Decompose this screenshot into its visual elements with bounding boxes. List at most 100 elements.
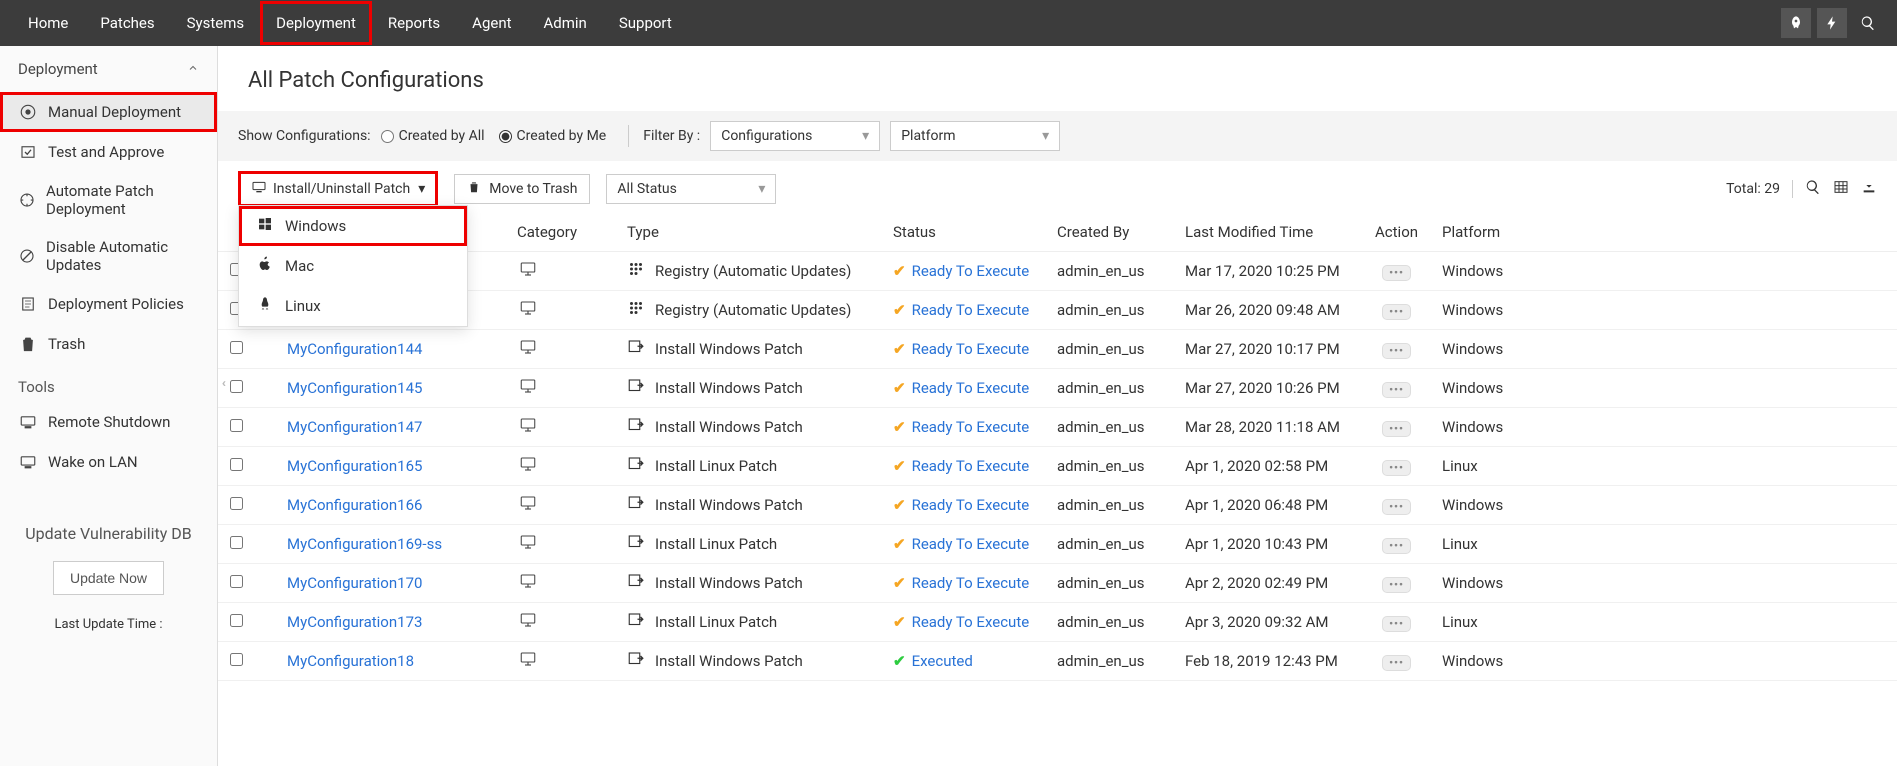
action-menu-button[interactable]: ••• [1382,577,1411,593]
status-link[interactable]: Ready To Execute [912,379,1030,397]
status-link[interactable]: Executed [912,652,973,670]
dropdown-item-linux[interactable]: Linux [239,286,467,326]
sidebar-section-tools[interactable]: Tools [0,364,217,402]
bolt-icon[interactable] [1817,8,1847,38]
total-value: 29 [1764,181,1780,197]
search-icon[interactable] [1853,8,1883,38]
status-link[interactable]: Ready To Execute [912,340,1030,358]
row-checkbox[interactable] [230,341,243,354]
row-checkbox[interactable] [230,653,243,666]
install-uninstall-patch-button[interactable]: Install/Uninstall Patch ▾ [238,171,438,207]
col-header-category[interactable]: Category [505,213,615,252]
col-header-status[interactable]: Status [881,213,1045,252]
action-menu-button[interactable]: ••• [1382,499,1411,515]
sidebar-item-manual-deployment[interactable]: Manual Deployment [0,92,217,132]
sidebar-item-label: Trash [48,335,85,353]
sidebar-tool-wake-on-lan[interactable]: Wake on LAN [0,442,217,482]
action-menu-button[interactable]: ••• [1382,421,1411,437]
status-link[interactable]: Ready To Execute [912,457,1030,475]
export-icon[interactable] [1861,179,1877,199]
dropdown-item-mac[interactable]: Mac [239,246,467,286]
action-menu-button[interactable]: ••• [1382,304,1411,320]
status-link[interactable]: Ready To Execute [912,574,1030,592]
nav-reports[interactable]: Reports [372,1,456,45]
sidebar-item-deployment-policies[interactable]: Deployment Policies [0,284,217,324]
sidebar-item-automate-patch-deployment[interactable]: Automate Patch Deployment [0,172,217,228]
configuration-link[interactable]: MyConfiguration173 [287,613,422,631]
created-by-cell: admin_en_us [1045,369,1173,408]
filter-bar: Show Configurations: Created by All Crea… [218,111,1897,161]
row-checkbox[interactable] [230,419,243,432]
nav-home[interactable]: Home [12,1,84,45]
row-checkbox[interactable] [230,458,243,471]
configuration-link[interactable]: MyConfiguration145 [287,379,422,397]
total-count: Total: 29 [1726,181,1780,197]
move-to-trash-button[interactable]: Move to Trash [454,174,590,204]
sidebar-collapse-handle[interactable]: ‹‹ [222,376,223,390]
type-label: Install Windows Patch [655,340,803,358]
radio-created-by-all-input[interactable] [381,130,394,143]
row-checkbox[interactable] [230,614,243,627]
configuration-link[interactable]: MyConfiguration18 [287,652,414,670]
type-label: Install Linux Patch [655,535,777,553]
row-checkbox[interactable] [230,497,243,510]
sidebar-item-test-and-approve[interactable]: Test and Approve [0,132,217,172]
configuration-link[interactable]: MyConfiguration147 [287,418,422,436]
row-checkbox[interactable] [230,380,243,393]
nav-patches[interactable]: Patches [84,1,170,45]
configuration-link[interactable]: MyConfiguration170 [287,574,422,592]
row-checkbox[interactable] [230,575,243,588]
filter-platform-select[interactable]: Platform ▾ [890,121,1060,151]
status-link[interactable]: Ready To Execute [912,496,1030,514]
category-computer-icon [517,615,539,633]
sidebar-section-deployment[interactable]: Deployment [0,46,217,92]
status-link[interactable]: Ready To Execute [912,613,1030,631]
table-row: Registry (Automatic Updates)✔Ready To Ex… [218,252,1897,291]
dropdown-item-label: Windows [285,217,346,235]
nav-deployment[interactable]: Deployment [260,1,372,45]
row-checkbox[interactable] [230,536,243,549]
status-link[interactable]: Ready To Execute [912,535,1030,553]
nav-agent[interactable]: Agent [456,1,527,45]
action-menu-button[interactable]: ••• [1382,538,1411,554]
sidebar-item-disable-automatic-updates[interactable]: Disable Automatic Updates [0,228,217,284]
col-header-type[interactable]: Type [615,213,881,252]
type-icon [627,650,645,672]
search-icon[interactable] [1805,179,1821,199]
radio-created-by-all[interactable]: Created by All [381,128,485,144]
action-menu-button[interactable]: ••• [1382,343,1411,359]
action-menu-button[interactable]: ••• [1382,382,1411,398]
configuration-name-cell: MyConfiguration170 [255,564,505,603]
sidebar-item-trash[interactable]: Trash [0,324,217,364]
configuration-link[interactable]: MyConfiguration165 [287,457,422,475]
col-header-platform[interactable]: Platform [1430,213,1897,252]
status-link[interactable]: Ready To Execute [912,262,1030,280]
rocket-icon[interactable] [1781,8,1811,38]
configuration-link[interactable]: MyConfiguration144 [287,340,422,358]
table-view-icon[interactable] [1833,179,1849,199]
configuration-link[interactable]: MyConfiguration166 [287,496,422,514]
col-header-action[interactable]: Action [1363,213,1430,252]
col-header-created-by[interactable]: Created By [1045,213,1173,252]
nav-systems[interactable]: Systems [171,1,261,45]
configuration-name-cell: MyConfiguration147 [255,408,505,447]
status-link[interactable]: Ready To Execute [912,301,1030,319]
all-status-select[interactable]: All Status ▾ [606,174,776,204]
vulnerability-db-box: Update Vulnerability DB Update Now Last … [0,510,217,646]
action-menu-button[interactable]: ••• [1382,265,1411,281]
radio-created-by-me[interactable]: Created by Me [499,128,607,144]
configuration-link[interactable]: MyConfiguration169-ss [287,535,442,553]
nav-support[interactable]: Support [603,1,688,45]
action-menu-button[interactable]: ••• [1382,655,1411,671]
sidebar-tool-remote-shutdown[interactable]: Remote Shutdown [0,402,217,442]
update-now-button[interactable]: Update Now [53,561,164,595]
action-menu-button[interactable]: ••• [1382,460,1411,476]
filter-configurations-select[interactable]: Configurations ▾ [710,121,880,151]
col-header-last-modified[interactable]: Last Modified Time [1173,213,1363,252]
nav-admin[interactable]: Admin [528,1,603,45]
dropdown-item-windows[interactable]: Windows [239,206,467,246]
status-link[interactable]: Ready To Execute [912,418,1030,436]
action-menu-button[interactable]: ••• [1382,616,1411,632]
configuration-name-cell: MyConfiguration144 [255,330,505,369]
radio-created-by-me-input[interactable] [499,130,512,143]
